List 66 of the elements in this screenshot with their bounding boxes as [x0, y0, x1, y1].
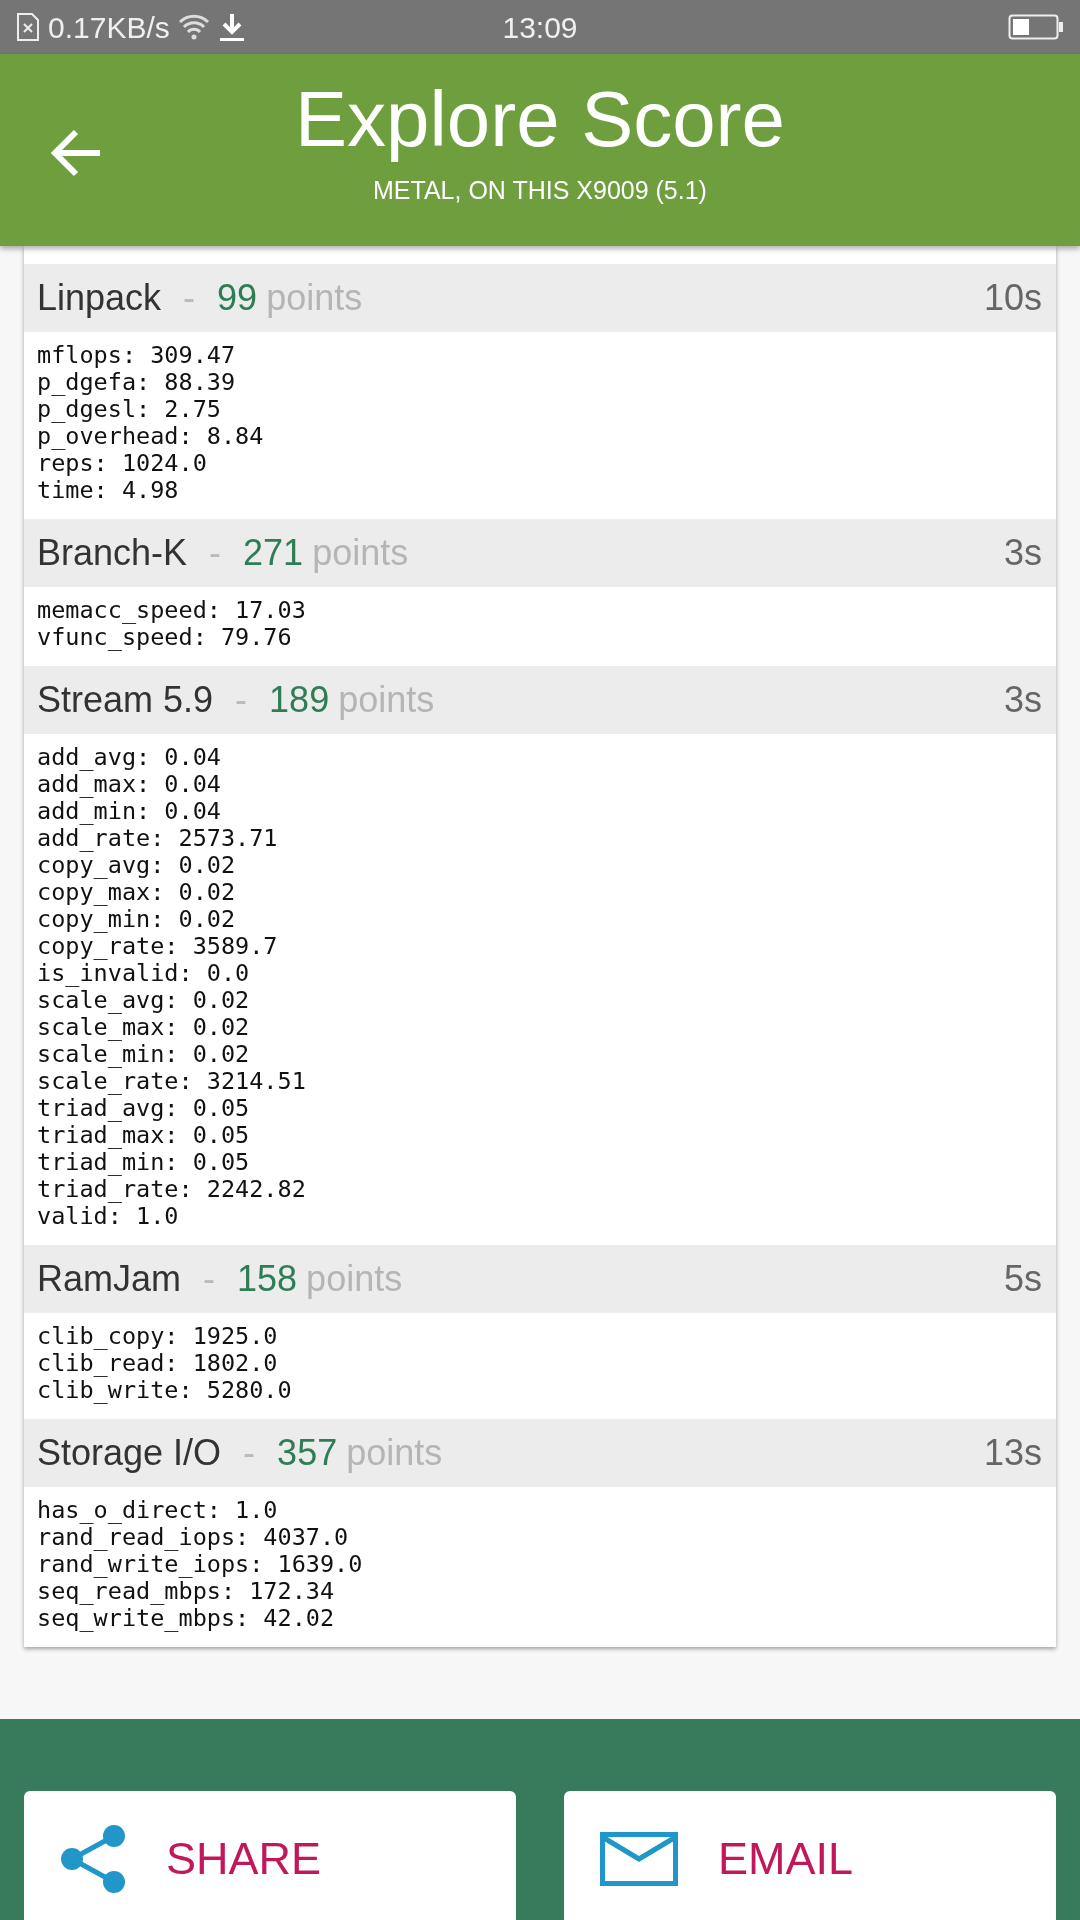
score-value: 271	[243, 531, 304, 575]
metric-line: has_o_direct: 1.0	[37, 1497, 279, 1524]
separator-dash: -	[209, 531, 222, 575]
benchmark-name: Branch-K	[37, 531, 188, 575]
metric-line: scale_min: 0.02	[37, 1041, 251, 1068]
metric-line: add_rate: 2573.71	[37, 825, 279, 852]
battery-icon	[1008, 14, 1064, 40]
metric-line: seq_write_mbps: 42.02	[37, 1605, 336, 1632]
separator-dash: -	[183, 276, 196, 320]
score-value: 189	[269, 678, 330, 722]
metric-line: add_avg: 0.04	[37, 744, 222, 771]
separator-dash: -	[203, 1257, 216, 1301]
metric-line: p_dgefa: 88.39	[37, 369, 237, 396]
metric-line: memacc_speed: 17.03	[37, 597, 307, 624]
share-button[interactable]: SHARE	[24, 1791, 516, 1920]
score-value: 158	[237, 1257, 298, 1301]
duration-label: 13s	[983, 1431, 1042, 1475]
download-icon	[217, 12, 246, 42]
metric-line: copy_rate: 3589.7	[37, 933, 279, 960]
network-speed: 0.17KB/s	[48, 9, 170, 46]
duration-label: 3s	[1003, 531, 1042, 575]
wifi-icon	[177, 14, 210, 40]
sim-card-icon	[16, 13, 40, 41]
metric-line: rand_read_iops: 4037.0	[37, 1524, 350, 1551]
metric-line: vfunc_speed: 79.76	[37, 624, 293, 651]
metric-line: copy_avg: 0.02	[37, 852, 237, 879]
separator-dash: -	[235, 678, 248, 722]
metric-line: scale_max: 0.02	[37, 1014, 251, 1041]
metric-line: scale_rate: 3214.51	[37, 1068, 307, 1095]
metric-line: scale_avg: 0.02	[37, 987, 251, 1014]
metric-line: triad_min: 0.05	[37, 1149, 251, 1176]
back-arrow-icon[interactable]	[50, 129, 102, 177]
metric-line: p_dgesl: 2.75	[37, 396, 222, 423]
metric-line: copy_min: 0.02	[37, 906, 237, 933]
metric-line: is_invalid: 0.0	[37, 960, 251, 987]
metric-line: clib_copy: 1925.0	[37, 1323, 279, 1350]
metric-line: time: 4.98	[37, 477, 180, 504]
metric-line: add_max: 0.04	[37, 771, 222, 798]
duration-label: 5s	[1003, 1257, 1042, 1301]
metric-line: add_min: 0.04	[37, 798, 222, 825]
metric-line: clib_read: 1802.0	[37, 1350, 279, 1377]
benchmark-name: RamJam	[37, 1257, 182, 1301]
duration-label: 10s	[983, 276, 1042, 320]
metric-line: copy_max: 0.02	[37, 879, 237, 906]
share-icon	[60, 1824, 126, 1894]
metric-line: valid: 1.0	[37, 1203, 179, 1230]
benchmark-name: Stream 5.9	[37, 678, 214, 722]
metric-line: triad_max: 0.05	[37, 1122, 251, 1149]
benchmark-name: Linpack	[37, 276, 162, 320]
metric-line: reps: 1024.0	[37, 450, 208, 477]
benchmark-name: Storage I/O	[37, 1431, 222, 1475]
metric-line: clib_write: 5280.0	[37, 1377, 293, 1404]
metric-line: mflops: 309.47	[37, 342, 237, 369]
duration-label: 3s	[1003, 678, 1042, 722]
email-button[interactable]: EMAIL	[564, 1791, 1056, 1920]
score-value: 99	[217, 276, 258, 320]
metric-line: seq_read_mbps: 172.34	[37, 1578, 336, 1605]
clock-time: 13:09	[502, 9, 578, 46]
metric-line: p_overhead: 8.84	[37, 423, 265, 450]
separator-dash: -	[243, 1431, 256, 1475]
metric-line: triad_avg: 0.05	[37, 1095, 251, 1122]
metric-line: rand_write_iops: 1639.0	[37, 1551, 364, 1578]
screen-subtitle: METAL, ON THIS X9009 (5.1)	[373, 175, 707, 206]
metric-line: triad_rate: 2242.82	[37, 1176, 307, 1203]
score-value: 357	[277, 1431, 338, 1475]
email-icon	[600, 1832, 678, 1886]
